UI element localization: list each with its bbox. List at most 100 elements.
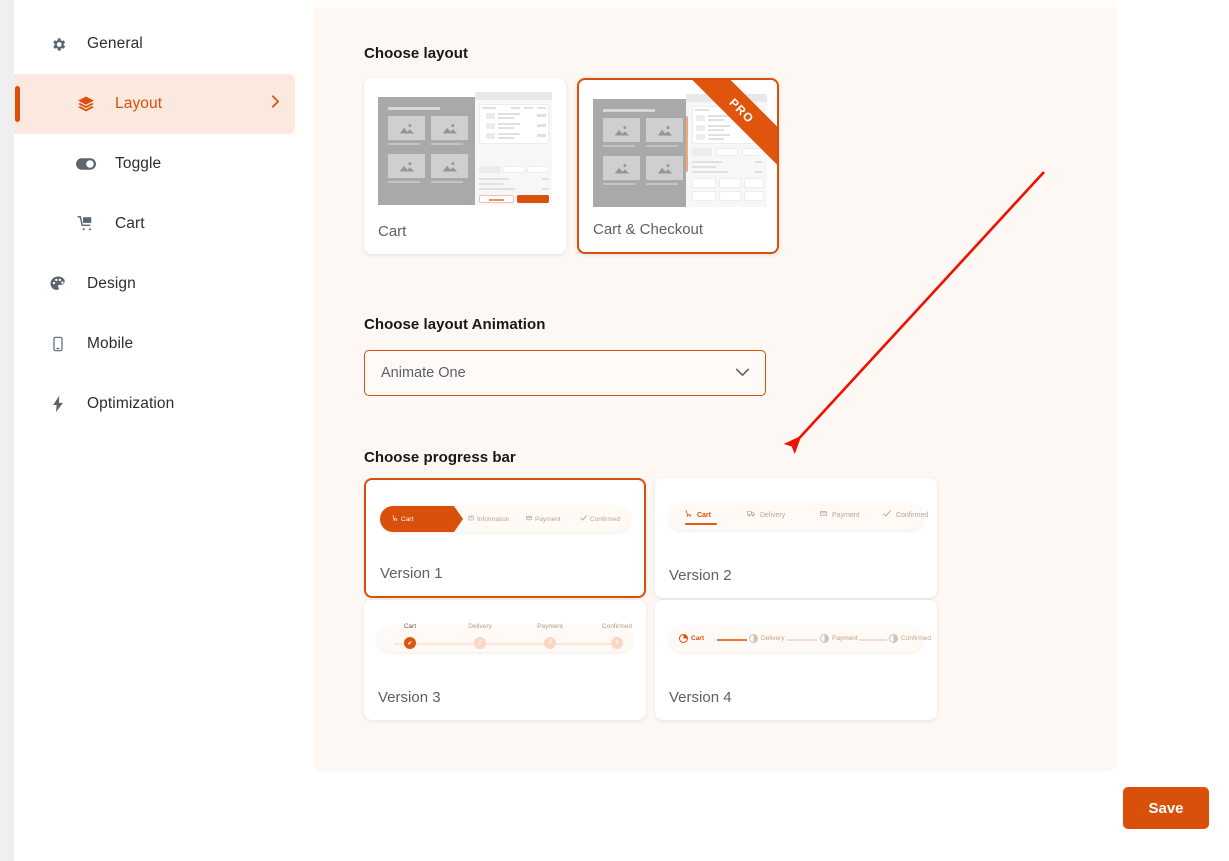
layout-option-label: Cart (378, 223, 407, 240)
sidebar-item-mobile[interactable]: Mobile (14, 314, 295, 374)
v2-step-label: Delivery (759, 512, 786, 519)
v1-step-1: Cart (380, 506, 463, 532)
v3-track (394, 643, 616, 645)
card-icon (526, 515, 532, 523)
chevron-down-icon (735, 364, 750, 382)
v3-step-1: Cart ✔ (398, 623, 422, 651)
truck-icon (746, 511, 757, 519)
sidebar-item-label: Cart (115, 215, 145, 232)
progress-preview-v4: Cart Delivery Payment Confirmed (669, 626, 931, 652)
sidebar-item-label: Optimization (87, 395, 175, 412)
layout-animation-value: Animate One (381, 365, 466, 381)
v3-step-4: Confirmed 4 (602, 623, 632, 651)
panel-top-strip (313, 0, 1117, 8)
v3-step-label: Cart (403, 623, 417, 630)
layout-option-label: Cart & Checkout (593, 221, 704, 238)
progress-preview-v2: Cart Delivery Payment Confirmed (669, 504, 928, 530)
choose-progress-bar-heading: Choose progress bar (364, 449, 516, 466)
palette-icon (47, 273, 69, 295)
v3-step-marker: 2 (474, 637, 486, 649)
progress-option-version-4[interactable]: Cart Delivery Payment Confirmed Version … (655, 600, 937, 720)
progress-option-label: Version 4 (669, 689, 732, 706)
toggle-icon (75, 153, 97, 175)
check-icon (883, 510, 893, 519)
progress-option-label: Version 2 (669, 567, 732, 584)
left-gutter (0, 0, 14, 861)
v1-step-4: Confirmed (580, 506, 620, 532)
save-button[interactable]: Save (1123, 787, 1209, 829)
v4-step-3: Payment (820, 634, 858, 643)
gear-icon (47, 33, 69, 55)
layout-option-cart[interactable]: Cart (364, 78, 566, 254)
sidebar-item-cart[interactable]: Cart (14, 194, 295, 254)
v4-step-label: Payment (832, 635, 858, 642)
v1-step-label: Confirmed (590, 515, 620, 523)
progress-ring-icon (749, 634, 758, 643)
v3-step-label: Payment (537, 623, 563, 630)
layers-icon (75, 93, 97, 115)
progress-ring-icon (820, 634, 829, 643)
v2-step-2: Delivery (746, 510, 786, 519)
v4-step-4: Confirmed (889, 634, 931, 643)
cart-icon (392, 515, 398, 523)
v2-step-label: Cart (696, 512, 711, 519)
sidebar-item-layout[interactable]: Layout (14, 74, 295, 134)
v1-step-2: Information (468, 506, 510, 532)
mobile-icon (47, 333, 69, 355)
progress-option-label: Version 1 (380, 565, 443, 582)
v4-step-label: Cart (691, 635, 705, 642)
v4-connector-3 (859, 639, 887, 641)
settings-sidebar: General Layout Toggle Cart Design Mobile… (14, 0, 313, 861)
v3-step-2: Delivery 2 (468, 623, 492, 651)
progress-preview-v1: Cart Information Payment Confirmed (380, 506, 630, 532)
cart-icon (685, 510, 694, 519)
sidebar-item-label: General (87, 35, 143, 52)
sidebar-item-design[interactable]: Design (14, 254, 295, 314)
chevron-right-icon (271, 95, 280, 114)
v1-step-label: Payment (535, 515, 561, 523)
card-icon (820, 511, 829, 519)
sidebar-item-optimization[interactable]: Optimization (14, 374, 295, 434)
cart-icon (75, 213, 97, 235)
progress-option-version-3[interactable]: Cart ✔ Delivery 2 Payment 3 Confirmed 4 … (364, 600, 646, 720)
layout-option-cart-and-checkout[interactable]: PRO Cart & Checkout (577, 78, 779, 254)
progress-option-version-2[interactable]: Cart Delivery Payment Confirmed Version … (655, 478, 937, 598)
v3-step-3: Payment 3 (537, 623, 563, 651)
info-icon (468, 515, 474, 523)
v4-step-label: Confirmed (901, 635, 931, 642)
v3-step-marker: ✔ (404, 637, 416, 649)
v3-step-label: Confirmed (602, 623, 632, 630)
v1-step-label: Cart (401, 515, 414, 523)
v3-step-label: Delivery (468, 623, 492, 630)
sidebar-item-label: Mobile (87, 335, 134, 352)
v4-step-label: Delivery (761, 635, 785, 642)
sidebar-item-toggle[interactable]: Toggle (14, 134, 295, 194)
v2-step-label: Payment (831, 512, 860, 519)
lightning-icon (47, 393, 69, 415)
layout-animation-select[interactable]: Animate One (364, 350, 766, 396)
progress-option-version-1[interactable]: Cart Information Payment Confirmed Versi… (364, 478, 646, 598)
v2-step-label: Confirmed (895, 512, 929, 519)
choose-layout-heading: Choose layout (364, 45, 468, 62)
sidebar-item-general[interactable]: General (14, 14, 295, 74)
progress-preview-v3: Cart ✔ Delivery 2 Payment 3 Confirmed 4 (378, 623, 632, 652)
v1-step-3: Payment (526, 506, 561, 532)
v4-step-1: Cart (679, 634, 704, 643)
v2-step-1: Cart (685, 510, 717, 525)
sidebar-item-label: Toggle (115, 155, 162, 172)
choose-animation-heading: Choose layout Animation (364, 316, 546, 333)
active-indicator (15, 86, 20, 122)
v3-step-marker: 3 (544, 637, 556, 649)
progress-option-label: Version 3 (378, 689, 441, 706)
check-icon (580, 515, 587, 523)
app-root: General Layout Toggle Cart Design Mobile… (0, 0, 1229, 861)
v1-step-label: Information (477, 515, 510, 523)
layout-thumbnail-cart (378, 92, 552, 205)
v2-step-4: Confirmed (883, 510, 928, 519)
progress-ring-icon (679, 634, 688, 643)
v4-step-2: Delivery (749, 634, 784, 643)
sidebar-item-label: Layout (115, 95, 163, 112)
v4-connector-2 (787, 639, 817, 641)
sidebar-item-label: Design (87, 275, 136, 292)
v4-connector-1 (717, 639, 747, 641)
